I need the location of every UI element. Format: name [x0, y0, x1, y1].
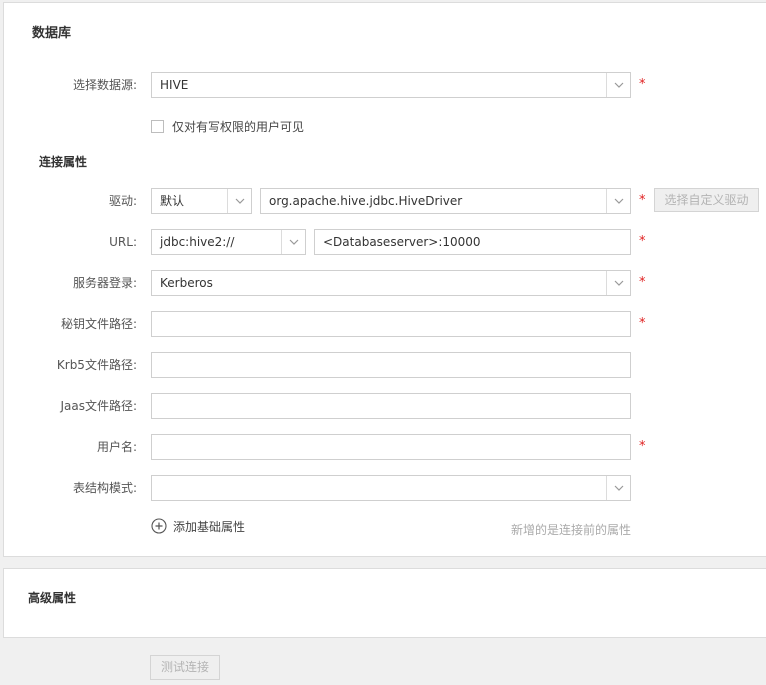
add-basic-property-label: 添加基础属性 — [173, 520, 246, 534]
chevron-down-icon[interactable] — [606, 189, 630, 213]
advanced-section-title[interactable]: 高级属性 — [28, 589, 76, 606]
test-connection-button[interactable]: 测试连接 — [150, 655, 220, 680]
schema-select[interactable] — [151, 475, 631, 501]
url-required-mark: * — [639, 234, 646, 249]
schema-label: 表结构模式: — [72, 481, 137, 495]
driver-class-value: org.apache.hive.jdbc.HiveDriver — [269, 194, 463, 208]
username-label: 用户名: — [96, 440, 137, 454]
datasource-select[interactable]: HIVE — [151, 72, 631, 98]
url-host-input[interactable]: <Databaseserver>:10000 — [314, 229, 631, 255]
server-login-select[interactable]: Kerberos — [151, 270, 631, 296]
jaas-path-label: Jaas文件路径: — [60, 399, 137, 413]
chevron-down-icon[interactable] — [606, 476, 630, 500]
datasource-label: 选择数据源: — [72, 78, 137, 92]
datasource-required-mark: * — [639, 77, 646, 92]
server-login-required-mark: * — [639, 275, 646, 290]
username-input[interactable] — [151, 434, 631, 460]
keytab-path-required-mark: * — [639, 316, 646, 331]
url-prefix-select[interactable]: jdbc:hive2:// — [151, 229, 306, 255]
chevron-down-icon[interactable] — [606, 271, 630, 295]
jaas-path-input[interactable] — [151, 393, 631, 419]
write-only-checkbox[interactable] — [151, 120, 164, 133]
url-label: URL: — [109, 235, 137, 249]
choose-custom-driver-button[interactable]: 选择自定义驱动 — [654, 188, 759, 212]
advanced-panel — [3, 568, 766, 638]
keytab-path-input[interactable] — [151, 311, 631, 337]
keytab-path-label: 秘钥文件路径: — [60, 317, 137, 331]
connection-props-title: 连接属性 — [39, 155, 88, 169]
chevron-down-icon[interactable] — [281, 230, 305, 254]
url-prefix-value: jdbc:hive2:// — [160, 235, 235, 249]
chevron-down-icon[interactable] — [606, 73, 630, 97]
driver-class-select[interactable]: org.apache.hive.jdbc.HiveDriver — [260, 188, 631, 214]
plus-circle-icon — [151, 518, 167, 537]
krb5-path-label: Krb5文件路径: — [56, 358, 137, 372]
datasource-value: HIVE — [160, 78, 189, 92]
server-login-label: 服务器登录: — [72, 276, 137, 290]
server-login-value: Kerberos — [160, 276, 213, 290]
driver-type-value: 默认 — [160, 194, 185, 208]
chevron-down-icon[interactable] — [227, 189, 251, 213]
driver-required-mark: * — [639, 193, 646, 208]
krb5-path-input[interactable] — [151, 352, 631, 378]
username-required-mark: * — [639, 439, 646, 454]
driver-label: 驱动: — [108, 194, 137, 208]
driver-type-select[interactable]: 默认 — [151, 188, 252, 214]
write-only-checkbox-label[interactable]: 仅对有写权限的用户可见 — [172, 118, 304, 135]
add-basic-property-button[interactable]: 添加基础属性 — [151, 517, 251, 535]
add-property-hint: 新增的是连接前的属性 — [510, 523, 631, 537]
database-section-title: 数据库 — [32, 26, 72, 41]
